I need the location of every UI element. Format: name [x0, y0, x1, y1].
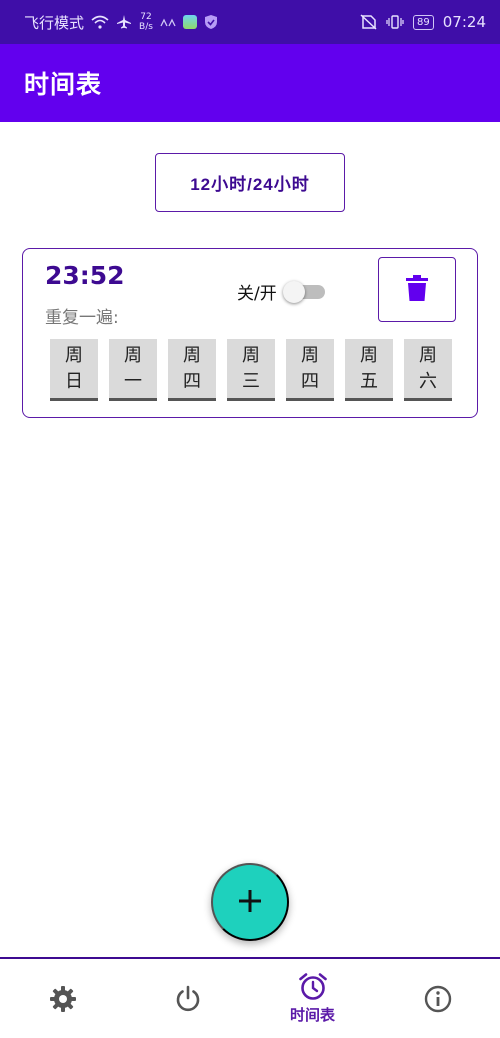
day-prefix: 周: [65, 344, 83, 366]
delete-alarm-button[interactable]: [378, 257, 456, 322]
trash-icon: [406, 275, 428, 304]
day-prefix: 周: [301, 344, 319, 366]
time-format-toggle-button[interactable]: 12小时/24小时: [155, 153, 345, 212]
day-prefix: 周: [242, 344, 260, 366]
day-thursday-2[interactable]: 周四: [286, 339, 334, 401]
nav-item-power[interactable]: [125, 959, 250, 1038]
wifi-icon: [91, 15, 109, 29]
status-mode-text: 飞行模式: [24, 13, 85, 32]
day-prefix: 周: [124, 344, 142, 366]
day-friday[interactable]: 周五: [345, 339, 393, 401]
plus-icon: [238, 889, 262, 916]
day-char: 五: [360, 370, 378, 392]
day-prefix: 周: [183, 344, 201, 366]
day-sunday[interactable]: 周日: [50, 339, 98, 401]
status-clock: 07:24: [442, 13, 486, 31]
day-prefix: 周: [360, 344, 378, 366]
status-bar: 飞行模式 72 B/s 89 07:24: [0, 0, 500, 44]
app-notification-icon: [182, 15, 197, 29]
day-char: 四: [301, 370, 319, 392]
battery-level: 89: [413, 14, 434, 30]
alarm-switch-group: 关/开: [237, 279, 325, 304]
info-icon: [424, 985, 452, 1013]
repeat-label: 重复一遍:: [45, 308, 119, 328]
switch-thumb: [282, 280, 305, 303]
nav-item-about[interactable]: [375, 959, 500, 1038]
bottom-nav: 时间表: [0, 957, 500, 1038]
nav-label-schedule: 时间表: [289, 1006, 335, 1024]
day-char: 三: [242, 370, 260, 392]
alarm-clock-icon: [298, 972, 328, 1002]
app-bar: 时间表: [0, 44, 500, 122]
alarm-time[interactable]: 23:52: [45, 261, 125, 290]
power-icon: [174, 985, 202, 1013]
screen: 飞行模式 72 B/s 89 07:24 时间表 12小时/24小时 23:52…: [0, 0, 500, 1038]
airplane-icon: [116, 14, 132, 30]
day-wednesday[interactable]: 周三: [227, 339, 275, 401]
day-thursday[interactable]: 周四: [168, 339, 216, 401]
page-title: 时间表: [24, 70, 103, 99]
alarm-enable-switch[interactable]: [282, 280, 325, 303]
network-speed-value: 72: [140, 12, 152, 22]
add-alarm-button[interactable]: [211, 863, 289, 941]
nav-item-schedule[interactable]: 时间表: [250, 959, 375, 1038]
day-char: 四: [183, 370, 201, 392]
shield-icon: [204, 14, 218, 30]
day-char: 日: [65, 370, 83, 392]
nav-item-settings[interactable]: [0, 959, 125, 1038]
network-speed: 72 B/s: [139, 12, 153, 32]
day-prefix: 周: [419, 344, 437, 366]
day-char: 六: [419, 370, 437, 392]
gear-icon: [49, 985, 77, 1013]
status-left: 飞行模式 72 B/s: [24, 12, 359, 33]
no-sim-icon: [359, 14, 377, 30]
alarm-card: 23:52 重复一遍: 关/开 周日 周一 周四 周三 周四 周五 周六: [22, 248, 478, 418]
switch-label: 关/开: [237, 284, 277, 304]
day-char: 一: [124, 370, 142, 392]
status-right: 89 07:24: [359, 13, 486, 31]
repeat-days: 周日 周一 周四 周三 周四 周五 周六: [50, 339, 452, 401]
signal-off-icon: [160, 16, 176, 28]
vibrate-icon: [386, 14, 404, 30]
network-speed-unit: B/s: [139, 22, 153, 32]
day-monday[interactable]: 周一: [109, 339, 157, 401]
day-saturday[interactable]: 周六: [404, 339, 452, 401]
